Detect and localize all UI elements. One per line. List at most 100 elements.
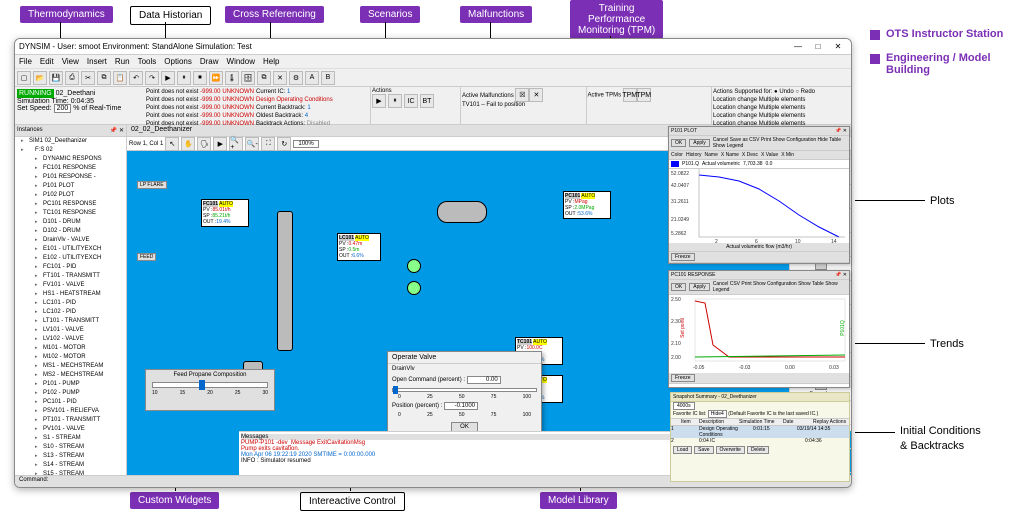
canvas-pan-icon[interactable]: ✋ [181, 137, 195, 151]
plot2-buttons[interactable]: Cancel CSV Print Show Configuration Show… [713, 281, 847, 293]
feedcomp-slider[interactable] [152, 382, 268, 388]
tree-item[interactable]: P102 PLOT [35, 191, 126, 200]
p101-plot-panel[interactable]: P101 PLOT 📌 ✕ OK Apply Cancel Save as CS… [668, 126, 850, 264]
tree-item[interactable]: DrainVlv - VALVE [35, 236, 126, 245]
pc101-trend-panel[interactable]: PC101 RESPONSE 📌 ✕ OK Apply Cancel CSV P… [668, 270, 850, 388]
snapshot-summary-panel[interactable]: Snapshot Summary - 02_Deethanizer 4000s … [670, 392, 850, 482]
redo-label[interactable]: Redo [801, 89, 815, 95]
feedcomp-knob[interactable] [199, 380, 205, 390]
canvas-zoomin-icon[interactable]: 🔍+ [229, 137, 243, 151]
tree-item[interactable]: P101 PLOT [35, 182, 126, 191]
tree-item[interactable]: S10 - STREAM [35, 443, 126, 452]
tool-thermo-icon[interactable]: 🌡 [225, 71, 239, 85]
tool-a-icon[interactable]: A [305, 71, 319, 85]
canvas-fit-icon[interactable]: ⛶ [261, 137, 275, 151]
plot2-pin-icon[interactable]: 📌 ✕ [835, 272, 847, 278]
menu-options[interactable]: Options [164, 57, 192, 66]
snap-row[interactable]: 1 Design Operating Conditions 0:01:15 03… [671, 426, 849, 438]
window-close-button[interactable]: ✕ [829, 41, 847, 53]
fc101-block[interactable]: FC101 AUTO PV :85.01t/h SP :85.21t/h OUT… [201, 199, 249, 227]
tree-item[interactable]: S1 - STREAM [35, 434, 126, 443]
tool-open-icon[interactable]: 📂 [33, 71, 47, 85]
window-max-button[interactable]: □ [809, 41, 827, 53]
canvas-zoom-input[interactable]: 100% [293, 140, 318, 148]
tree-item[interactable]: D101 - DRUM [35, 218, 126, 227]
menu-view[interactable]: View [62, 57, 79, 66]
tool-close-icon[interactable]: ✕ [273, 71, 287, 85]
tool-paste-icon[interactable]: 📋 [113, 71, 127, 85]
mal-del-icon[interactable]: ✕ [529, 88, 543, 102]
tool-print-icon[interactable]: ⎙ [65, 71, 79, 85]
menu-insert[interactable]: Insert [87, 57, 107, 66]
tree-item[interactable]: M101 - MOTOR [35, 344, 126, 353]
tool-pause-icon[interactable]: ⏸ [177, 71, 191, 85]
menu-draw[interactable]: Draw [200, 57, 219, 66]
tool-historian-icon[interactable]: 🗄 [241, 71, 255, 85]
tool-stop-icon[interactable]: ⏹ [193, 71, 207, 85]
tree-item[interactable]: E102 - UTILITYEXCH [35, 254, 126, 263]
undo-label[interactable]: Undo [779, 89, 793, 95]
tree-item[interactable]: HS1 - HEATSTREAM [35, 290, 126, 299]
tree-item[interactable]: LT101 - TRANSMITT [35, 317, 126, 326]
tree-pin-icon[interactable]: 📌 ✕ [110, 127, 124, 134]
menu-file[interactable]: File [19, 57, 32, 66]
snap-overwrite-button[interactable]: Overwrite [716, 446, 745, 454]
tree-item[interactable]: P101 - PUMP [35, 380, 126, 389]
valve-open-input[interactable]: 0.00 [467, 376, 501, 384]
tool-undo-icon[interactable]: ↶ [129, 71, 143, 85]
tree-item[interactable]: LC102 - PID [35, 308, 126, 317]
canvas-refresh-icon[interactable]: ↻ [277, 137, 291, 151]
tool-ff-icon[interactable]: ⏩ [209, 71, 223, 85]
tree-fs[interactable]: F:S 02 [21, 146, 126, 155]
tpm-icon2[interactable]: TPM [637, 88, 651, 102]
tool-copy-icon[interactable]: ⧉ [97, 71, 111, 85]
tool-gear-icon[interactable]: ⚙ [289, 71, 303, 85]
instances-tree[interactable]: Instances📌 ✕ SIM1 02_Deethanizer F:S 02 … [15, 125, 127, 475]
tree-item[interactable]: M102 - MOTOR [35, 353, 126, 362]
tree-item[interactable]: E101 - UTILITYEXCH [35, 245, 126, 254]
tool-new-icon[interactable]: ▢ [17, 71, 31, 85]
action-pause-icon[interactable]: ⏸ [388, 94, 402, 108]
tree-item[interactable]: PV101 - VALVE [35, 425, 126, 434]
snap-tab[interactable]: 4000s [673, 402, 695, 410]
action-ic-icon[interactable]: IC [404, 94, 418, 108]
valve-pos-input[interactable]: -0.1000 [444, 402, 478, 410]
plot1-ok-button[interactable]: OK [671, 139, 686, 147]
tree-item[interactable]: DYNAMIC RESPONS [35, 155, 126, 164]
plot2-apply-button[interactable]: Apply [689, 283, 710, 291]
tree-item[interactable]: PC101 - PID [35, 398, 126, 407]
tool-b-icon[interactable]: B [321, 71, 335, 85]
action-bt-icon[interactable]: BT [420, 94, 434, 108]
tree-item[interactable]: FV101 - VALVE [35, 281, 126, 290]
pump-p101[interactable] [407, 259, 421, 273]
tree-item[interactable]: S13 - STREAM [35, 452, 126, 461]
pump-p102[interactable] [407, 281, 421, 295]
tree-item[interactable]: FC101 - PID [35, 263, 126, 272]
snap-save-button[interactable]: Save [694, 446, 713, 454]
tree-item[interactable]: FC101 RESPONSE [35, 164, 126, 173]
tool-redo-icon[interactable]: ↷ [145, 71, 159, 85]
tree-item[interactable]: TC101 RESPONSE [35, 209, 126, 218]
setspeed-input[interactable]: 200 [54, 104, 72, 113]
lc101-block[interactable]: LC101 AUTO PV :0.47m SP :0.5m OUT :6.6% [337, 233, 381, 261]
tree-item[interactable]: P102 - PUMP [35, 389, 126, 398]
tool-run-icon[interactable]: ▶ [161, 71, 175, 85]
tree-item[interactable]: FT101 - TRANSMITT [35, 272, 126, 281]
tree-item[interactable]: PC101 RESPONSE [35, 200, 126, 209]
action-scenario-icon[interactable]: ▶ [372, 94, 386, 108]
menu-tools[interactable]: Tools [138, 57, 157, 66]
snap-load-button[interactable]: Load [673, 446, 692, 454]
menu-edit[interactable]: Edit [40, 57, 54, 66]
valve-open-knob[interactable] [393, 386, 398, 394]
snap-fav-select[interactable]: Hide4 [708, 410, 727, 418]
tree-item[interactable]: D102 - DRUM [35, 227, 126, 236]
tool-cut-icon[interactable]: ✂ [81, 71, 95, 85]
plot1-freeze-button[interactable]: Freeze [671, 253, 695, 261]
window-min-button[interactable]: — [789, 41, 807, 53]
tree-item[interactable]: S14 - STREAM [35, 461, 126, 470]
menu-window[interactable]: Window [227, 57, 255, 66]
tree-item[interactable]: P101 RESPONSE - [35, 173, 126, 182]
plot2-ok-button[interactable]: OK [671, 283, 686, 291]
plot1-buttons[interactable]: Cancel Save as CSV Print Show Configurat… [713, 137, 847, 149]
canvas-zoomout-icon[interactable]: 🔍- [245, 137, 259, 151]
